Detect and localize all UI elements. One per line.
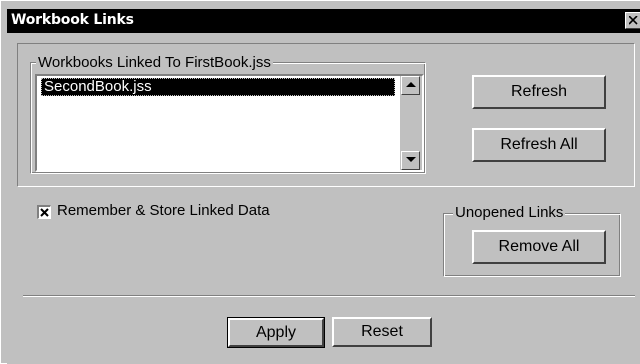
remove-all-button-label: Remove All [498,238,580,255]
unopened-links-group-label: Unopened Links [453,204,566,221]
footer-divider [23,295,635,297]
window-title: Workbook Links [11,12,134,28]
close-icon [629,16,638,25]
scroll-up-arrow-icon [406,82,416,87]
apply-button[interactable]: Apply [227,317,325,348]
checkbox-x-icon [40,208,49,217]
apply-button-label: Apply [255,324,297,341]
vertical-scrollbar[interactable] [400,76,422,170]
refresh-all-button-label: Refresh All [500,136,578,153]
linked-workbooks-list[interactable]: SecondBook.jss [35,74,424,172]
scroll-up-button[interactable] [401,76,420,95]
scroll-down-arrow-icon [406,157,416,162]
title-bar[interactable]: Workbook Links [7,9,640,33]
list-item[interactable]: SecondBook.jss [41,78,395,96]
workbook-links-dialog: Workbook Links Workbooks Linked To First… [0,0,640,364]
reset-button[interactable]: Reset [332,317,432,347]
scroll-down-button[interactable] [401,151,420,170]
refresh-button-label: Refresh [510,83,568,100]
reset-button-label: Reset [361,323,403,340]
remove-all-button[interactable]: Remove All [472,230,606,264]
close-button[interactable] [625,12,640,29]
remember-linked-data-label[interactable]: Remember & Store Linked Data [57,202,270,219]
dialog-body: Workbooks Linked To FirstBook.jss Second… [7,33,640,364]
refresh-button[interactable]: Refresh [472,75,606,109]
refresh-all-button[interactable]: Refresh All [472,128,606,162]
linked-workbooks-group-label: Workbooks Linked To FirstBook.jss [36,54,273,71]
remember-linked-data-checkbox[interactable] [37,205,51,219]
